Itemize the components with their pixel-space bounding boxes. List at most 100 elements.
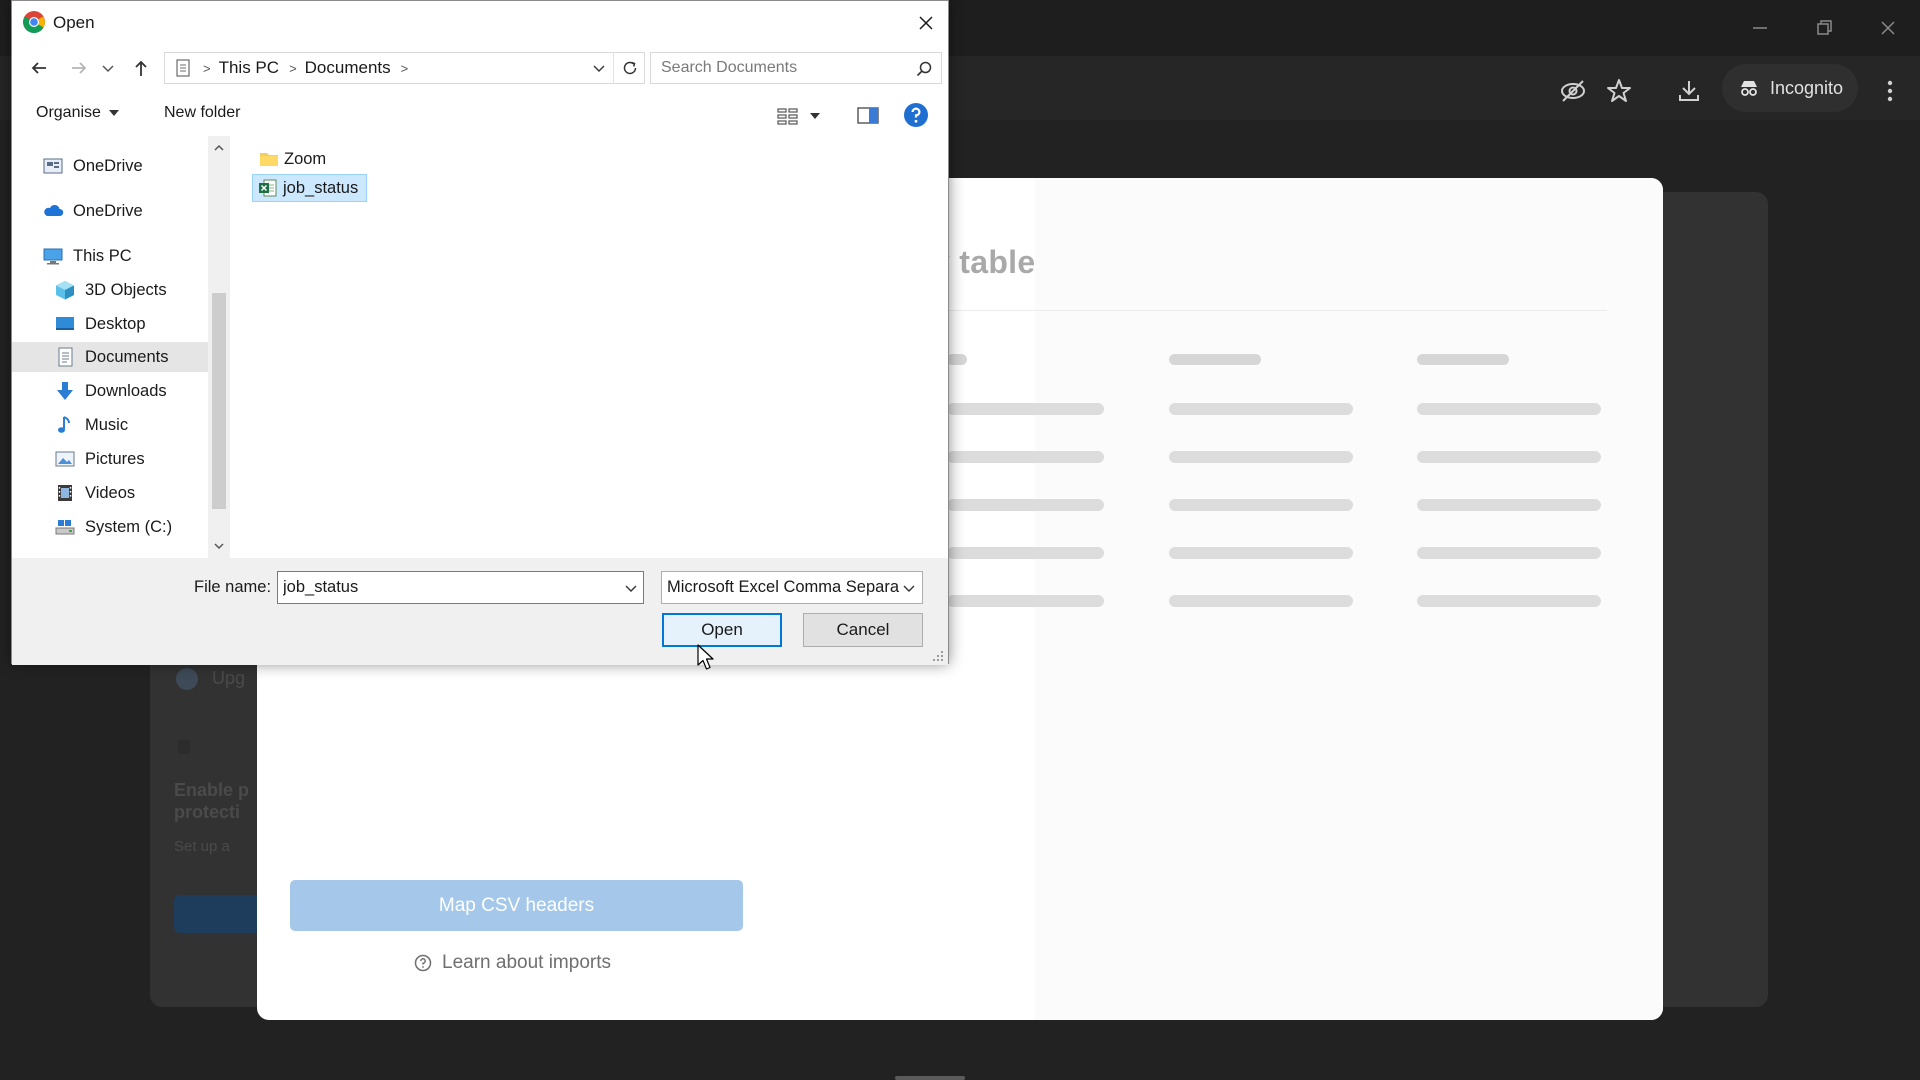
nav-item-documents[interactable]: Documents bbox=[12, 342, 208, 372]
incognito-label: Incognito bbox=[1770, 77, 1844, 98]
eye-slash-icon[interactable] bbox=[1558, 76, 1588, 106]
file-type-dropdown-chevron-icon bbox=[902, 581, 916, 595]
skeleton-cell bbox=[1169, 547, 1353, 559]
file-type-value: Microsoft Excel Comma Separa bbox=[667, 578, 899, 596]
preview-pane-icon[interactable] bbox=[856, 104, 880, 128]
command-bar: Organise New folder bbox=[12, 96, 948, 136]
incognito-icon bbox=[1738, 77, 1760, 99]
download-icon[interactable] bbox=[1674, 76, 1704, 106]
drive-icon bbox=[54, 517, 76, 537]
bg-enable-text-1: Enable p bbox=[174, 780, 250, 800]
help-icon[interactable] bbox=[903, 102, 929, 128]
file-item-label: Zoom bbox=[284, 149, 327, 168]
nav-item-onedrive-business[interactable]: OneDrive bbox=[12, 151, 208, 181]
skeleton-cell bbox=[1169, 499, 1353, 511]
open-file-dialog: Open > This PC > Documents > Search Docu… bbox=[11, 0, 949, 665]
view-grid-icon bbox=[776, 106, 800, 126]
forward-arrow-icon[interactable] bbox=[66, 55, 92, 81]
music-note-icon bbox=[54, 415, 76, 435]
restore-icon[interactable] bbox=[1810, 14, 1838, 42]
nav-item-downloads[interactable]: Downloads bbox=[12, 376, 208, 406]
cube-icon bbox=[54, 280, 76, 300]
nav-item-label: Desktop bbox=[85, 314, 146, 333]
download-arrow-icon bbox=[54, 381, 76, 401]
change-view-button[interactable] bbox=[776, 104, 826, 128]
dialog-titlebar[interactable]: Open bbox=[12, 1, 948, 45]
file-name-input[interactable] bbox=[278, 572, 608, 603]
nav-item-label: Pictures bbox=[85, 449, 145, 468]
nav-item-3d-objects[interactable]: 3D Objects bbox=[12, 275, 208, 305]
back-arrow-icon[interactable] bbox=[26, 55, 52, 81]
nav-item-label: Videos bbox=[85, 483, 136, 502]
caret-down-icon bbox=[810, 112, 820, 120]
resize-grip-icon[interactable] bbox=[932, 650, 944, 662]
nav-item-music[interactable]: Music bbox=[12, 410, 208, 440]
file-name-dropdown-chevron-icon[interactable] bbox=[624, 581, 638, 595]
address-bar[interactable]: > This PC > Documents > bbox=[164, 52, 645, 84]
breadcrumb-separator: > bbox=[289, 60, 297, 76]
modal-divider bbox=[947, 310, 1607, 311]
file-item-job-status[interactable]: job_status bbox=[252, 174, 368, 202]
scroll-up-icon[interactable] bbox=[213, 142, 225, 154]
new-folder-button[interactable]: New folder bbox=[164, 104, 240, 122]
nav-item-label: This PC bbox=[73, 246, 132, 265]
window-close-icon[interactable] bbox=[1874, 14, 1902, 42]
caret-down-icon bbox=[108, 109, 119, 117]
nav-item-label: 3D Objects bbox=[85, 280, 167, 299]
up-arrow-icon[interactable] bbox=[128, 55, 154, 81]
close-icon[interactable] bbox=[914, 11, 938, 35]
bottom-handle bbox=[895, 1076, 965, 1080]
learn-about-imports-link[interactable]: Learn about imports bbox=[414, 952, 611, 974]
search-input[interactable] bbox=[651, 53, 901, 83]
address-dropdown-chevron-icon[interactable] bbox=[592, 61, 606, 75]
scroll-down-icon[interactable] bbox=[213, 540, 225, 552]
bookmark-star-icon[interactable] bbox=[1604, 76, 1634, 106]
map-csv-headers-button[interactable]: Map CSV headers bbox=[290, 880, 743, 931]
computer-icon bbox=[42, 246, 64, 266]
question-circle-icon bbox=[414, 954, 432, 972]
bg-upgrade-text: Upg bbox=[212, 668, 246, 688]
open-button[interactable]: Open bbox=[662, 613, 782, 647]
skeleton-cell bbox=[1169, 595, 1353, 607]
scrollbar-thumb[interactable] bbox=[212, 293, 226, 509]
search-icon[interactable] bbox=[915, 60, 933, 78]
more-menu-icon[interactable] bbox=[1880, 76, 1900, 106]
documents-location-icon bbox=[173, 58, 193, 78]
file-name-combobox bbox=[277, 571, 644, 604]
learn-link-label: Learn about imports bbox=[442, 952, 611, 973]
skeleton-cell bbox=[1169, 451, 1353, 463]
breadcrumb-separator: > bbox=[400, 60, 409, 76]
recent-locations-chevron-icon[interactable] bbox=[100, 55, 116, 81]
nav-item-pictures[interactable]: Pictures bbox=[12, 444, 208, 474]
desktop-icon bbox=[54, 314, 76, 334]
breadcrumb-this-pc[interactable]: This PC bbox=[219, 58, 279, 78]
refresh-icon[interactable] bbox=[613, 53, 645, 83]
nav-item-onedrive[interactable]: OneDrive bbox=[12, 196, 208, 226]
mouse-pointer-icon bbox=[697, 644, 717, 672]
nav-item-label: System (C:) bbox=[85, 517, 173, 536]
search-box bbox=[650, 52, 942, 84]
incognito-badge[interactable]: Incognito bbox=[1722, 64, 1858, 112]
bg-enable-text-2: protecti bbox=[174, 802, 241, 822]
file-item-zoom[interactable]: Zoom bbox=[254, 145, 334, 173]
skeleton-cell bbox=[947, 451, 1104, 463]
minimize-icon[interactable] bbox=[1746, 14, 1774, 42]
breadcrumb-documents[interactable]: Documents bbox=[305, 58, 391, 78]
breadcrumb-separator: > bbox=[203, 60, 211, 76]
nav-item-label: OneDrive bbox=[73, 201, 143, 220]
nav-item-videos[interactable]: Videos bbox=[12, 478, 208, 508]
skeleton-header bbox=[947, 354, 967, 365]
nav-item-system-c[interactable]: System (C:) bbox=[12, 512, 208, 542]
file-name-label: File name: bbox=[194, 578, 272, 596]
file-type-select[interactable]: Microsoft Excel Comma Separa bbox=[661, 571, 923, 604]
skeleton-cell bbox=[947, 547, 1104, 559]
nav-item-desktop[interactable]: Desktop bbox=[12, 309, 208, 339]
organise-button[interactable]: Organise bbox=[36, 104, 119, 122]
cancel-button[interactable]: Cancel bbox=[803, 613, 923, 647]
nav-item-this-pc[interactable]: This PC bbox=[12, 241, 208, 271]
skeleton-cell bbox=[1417, 451, 1601, 463]
skeleton-header bbox=[1417, 354, 1509, 365]
skeleton-cell bbox=[1417, 595, 1601, 607]
skeleton-cell bbox=[1417, 403, 1601, 415]
navigation-scrollbar[interactable] bbox=[208, 136, 230, 558]
